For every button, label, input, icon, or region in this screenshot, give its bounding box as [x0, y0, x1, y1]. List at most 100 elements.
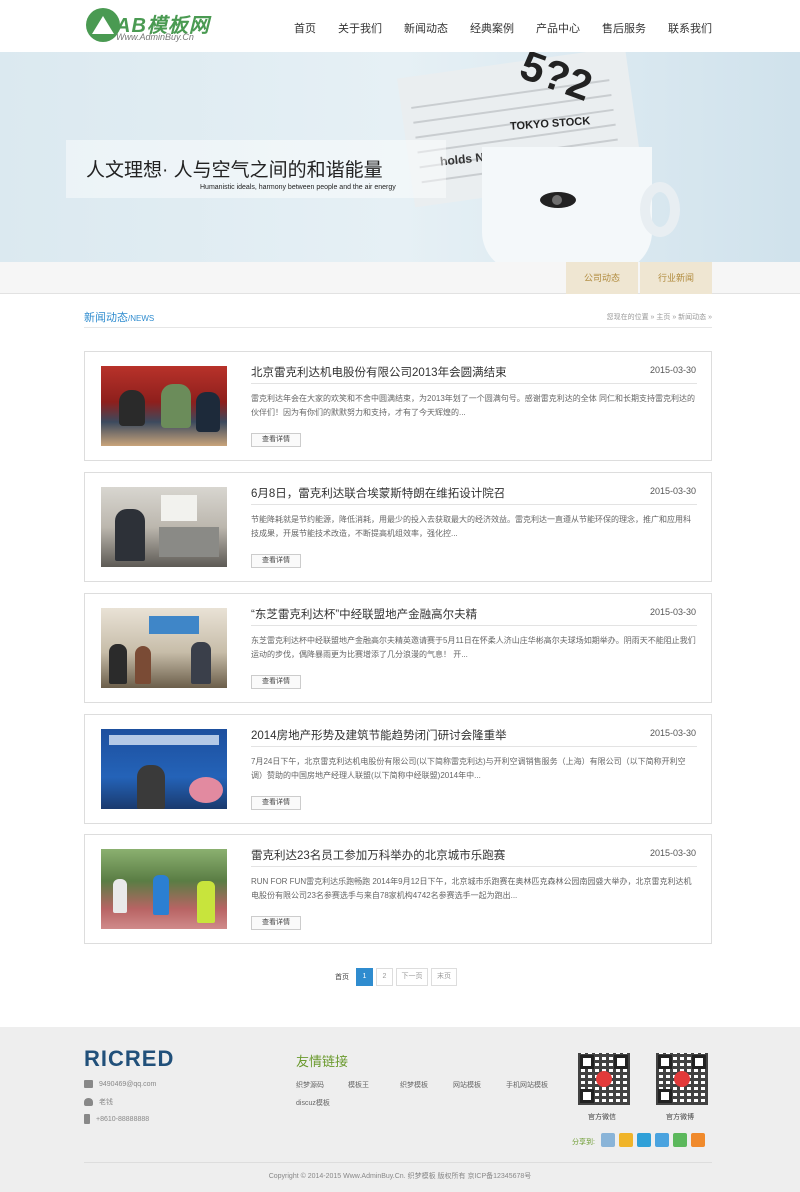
mail-icon — [84, 1080, 93, 1088]
share-favorite-icon[interactable] — [619, 1133, 633, 1147]
view-details-button[interactable]: 查看详情 — [251, 433, 301, 447]
nav-item-service[interactable]: 售后服务 — [602, 20, 646, 36]
last-page-button[interactable]: 末页 — [431, 968, 457, 986]
footer-email: 9490469@qq.com — [84, 1080, 156, 1088]
news-date: 2015-03-30 — [649, 365, 696, 375]
footer-phone-text: +8610-88888888 — [96, 1115, 150, 1123]
view-details-button[interactable]: 查看详情 — [251, 675, 301, 689]
news-thumbnail[interactable] — [101, 729, 227, 809]
news-thumbnail[interactable] — [101, 366, 227, 446]
news-title[interactable]: 2014房地产形势及建筑节能趋势闭门研讨会隆重举 — [251, 727, 507, 743]
eye-graphic — [540, 192, 576, 208]
site-footer: RICRED 9490469@qq.com 老钱 +8610-88888888 … — [0, 1027, 800, 1192]
news-thumbnail[interactable] — [101, 608, 227, 688]
share-renren-icon[interactable] — [655, 1133, 669, 1147]
tab-company-news[interactable]: 公司动态 — [566, 262, 638, 294]
nav-item-home[interactable]: 首页 — [294, 20, 316, 36]
news-thumbnail[interactable] — [101, 487, 227, 567]
news-date: 2015-03-30 — [649, 486, 696, 496]
wechat-qr-code — [578, 1053, 630, 1105]
news-summary: 节能降耗就是节约能源，降低消耗，用最少的投入去获取最大的经济效益。雷克利达一直遵… — [251, 515, 691, 538]
site-header: AB模板网 Www.AdminBuy.Cn 首页 关于我们 新闻动态 经典案例 … — [0, 0, 800, 52]
news-divider — [251, 866, 697, 867]
footer-logo: RICRED — [84, 1046, 174, 1072]
nav-item-about[interactable]: 关于我们 — [338, 20, 382, 36]
share-wechat-icon[interactable] — [673, 1133, 687, 1147]
hero-banner: 5?2 TOKYO STOCK holds Na 人文理想· 人与空气之间的和谐… — [0, 52, 800, 262]
nav-item-contact[interactable]: 联系我们 — [668, 20, 712, 36]
next-page-button[interactable]: 下一页 — [396, 968, 428, 986]
page-1-button[interactable]: 1 — [356, 968, 373, 986]
friend-link[interactable]: 网站模板 — [453, 1080, 481, 1090]
footer-logo-text: RICRED — [84, 1046, 175, 1071]
friend-link[interactable]: discuz模板 — [296, 1098, 330, 1108]
nav-item-news[interactable]: 新闻动态 — [404, 20, 448, 36]
share-label: 分享到: — [572, 1139, 595, 1146]
news-title[interactable]: 雷克利达23名员工参加万科举办的北京城市乐跑赛 — [251, 847, 505, 863]
weibo-qr-caption: 官方微博 — [666, 1114, 694, 1121]
share-qzone-icon[interactable] — [601, 1133, 615, 1147]
tab-industry-news[interactable]: 行业新闻 — [640, 262, 712, 294]
view-details-button[interactable]: 查看详情 — [251, 796, 301, 810]
footer-email-text: 9490469@qq.com — [99, 1080, 157, 1088]
news-date: 2015-03-30 — [649, 848, 696, 858]
news-divider — [251, 504, 697, 505]
news-item: “东芝雷克利达杯”中经联盟地产金融高尔夫精 2015-03-30 东芝雷克利达杯… — [84, 593, 712, 703]
news-title[interactable]: 6月8日，雷克利达联合埃蒙斯特朗在维拓设计院召 — [251, 485, 505, 501]
news-divider — [251, 625, 697, 626]
news-title[interactable]: 北京雷克利达机电股份有限公司2013年会圆满结束 — [251, 364, 507, 380]
news-summary: 7月24日下午，北京雷克利达机电股份有限公司(以下简称雷克利达)与开利空调销售服… — [251, 757, 686, 780]
news-title[interactable]: “东芝雷克利达杯”中经联盟地产金融高尔夫精 — [251, 606, 477, 622]
weibo-qr-code — [656, 1053, 708, 1105]
mug-handle-graphic — [640, 182, 680, 237]
wechat-qr-caption: 官方微信 — [588, 1114, 616, 1121]
page-2-button[interactable]: 2 — [376, 968, 393, 986]
banner-subtitle: Humanistic ideals, harmony between peopl… — [200, 184, 396, 191]
site-logo[interactable]: AB模板网 Www.AdminBuy.Cn — [86, 8, 226, 44]
footer-person-text: 老钱 — [99, 1099, 113, 1106]
news-summary: 雷克利达年会在大家的欢笑和不舍中圆满结束，为2013年划了一个圆满句号。感谢雷克… — [251, 394, 696, 417]
pagination-first[interactable]: 首页 — [335, 972, 349, 982]
friend-links-title: 友情链接 — [296, 1054, 349, 1069]
footer-contact-person: 老钱 — [84, 1097, 113, 1107]
logo-subtitle: Www.AdminBuy.Cn — [116, 32, 194, 42]
share-tencent-icon[interactable] — [637, 1133, 651, 1147]
friend-link[interactable]: 织梦模板 — [400, 1080, 428, 1090]
pagination: 首页 1 2 下一页 末页 — [335, 968, 457, 986]
view-details-button[interactable]: 查看详情 — [251, 554, 301, 568]
news-item: 2014房地产形势及建筑节能趋势闭门研讨会隆重举 2015-03-30 7月24… — [84, 714, 712, 824]
banner-title: 人文理想· 人与空气之间的和谐能量 — [86, 160, 383, 181]
news-item: 雷克利达23名员工参加万科举办的北京城市乐跑赛 2015-03-30 RUN F… — [84, 834, 712, 944]
nav-item-cases[interactable]: 经典案例 — [470, 20, 514, 36]
section-title-cn: 新闻动态 — [84, 312, 128, 324]
news-summary: 东芝雷克利达杯中经联盟地产金融高尔夫精英邀请赛于5月11日在怀柔人济山庄华彬高尔… — [251, 636, 696, 659]
phone-icon — [84, 1114, 90, 1124]
person-icon — [84, 1098, 93, 1107]
news-date: 2015-03-30 — [649, 607, 696, 617]
qr-logo-icon — [674, 1071, 690, 1087]
news-date: 2015-03-30 — [649, 728, 696, 738]
sub-nav-bar: 公司动态 行业新闻 — [0, 262, 800, 294]
news-item: 北京雷克利达机电股份有限公司2013年会圆满结束 2015-03-30 雷克利达… — [84, 351, 712, 461]
qr-logo-icon — [596, 1071, 612, 1087]
main-nav: 首页 关于我们 新闻动态 经典案例 产品中心 售后服务 联系我们 — [272, 20, 712, 36]
share-more-icon[interactable] — [691, 1133, 705, 1147]
news-divider — [251, 383, 697, 384]
footer-divider — [84, 1162, 712, 1163]
section-title-en: /NEWS — [128, 314, 155, 323]
friend-link[interactable]: 模板王 — [348, 1080, 369, 1090]
news-item: 6月8日，雷克利达联合埃蒙斯特朗在维拓设计院召 2015-03-30 节能降耗就… — [84, 472, 712, 582]
section-divider — [84, 327, 712, 328]
news-divider — [251, 746, 697, 747]
section-title: 新闻动态/NEWS — [84, 309, 154, 325]
news-thumbnail[interactable] — [101, 849, 227, 929]
news-summary: RUN FOR FUN雷克利达乐跑畅跑 2014年9月12日下午，北京城市乐跑赛… — [251, 877, 692, 900]
friend-link[interactable]: 织梦源码 — [296, 1080, 324, 1090]
view-details-button[interactable]: 查看详情 — [251, 916, 301, 930]
nav-item-products[interactable]: 产品中心 — [536, 20, 580, 36]
footer-phone: +8610-88888888 — [84, 1114, 149, 1124]
friend-link[interactable]: 手机网站模板 — [506, 1080, 548, 1090]
breadcrumb[interactable]: 您现在的位置 » 主页 » 新闻动态 » — [607, 312, 712, 322]
copyright: Copyright © 2014-2015 Www.AdminBuy.Cn. 织… — [268, 1173, 532, 1180]
logo-icon — [86, 8, 120, 42]
